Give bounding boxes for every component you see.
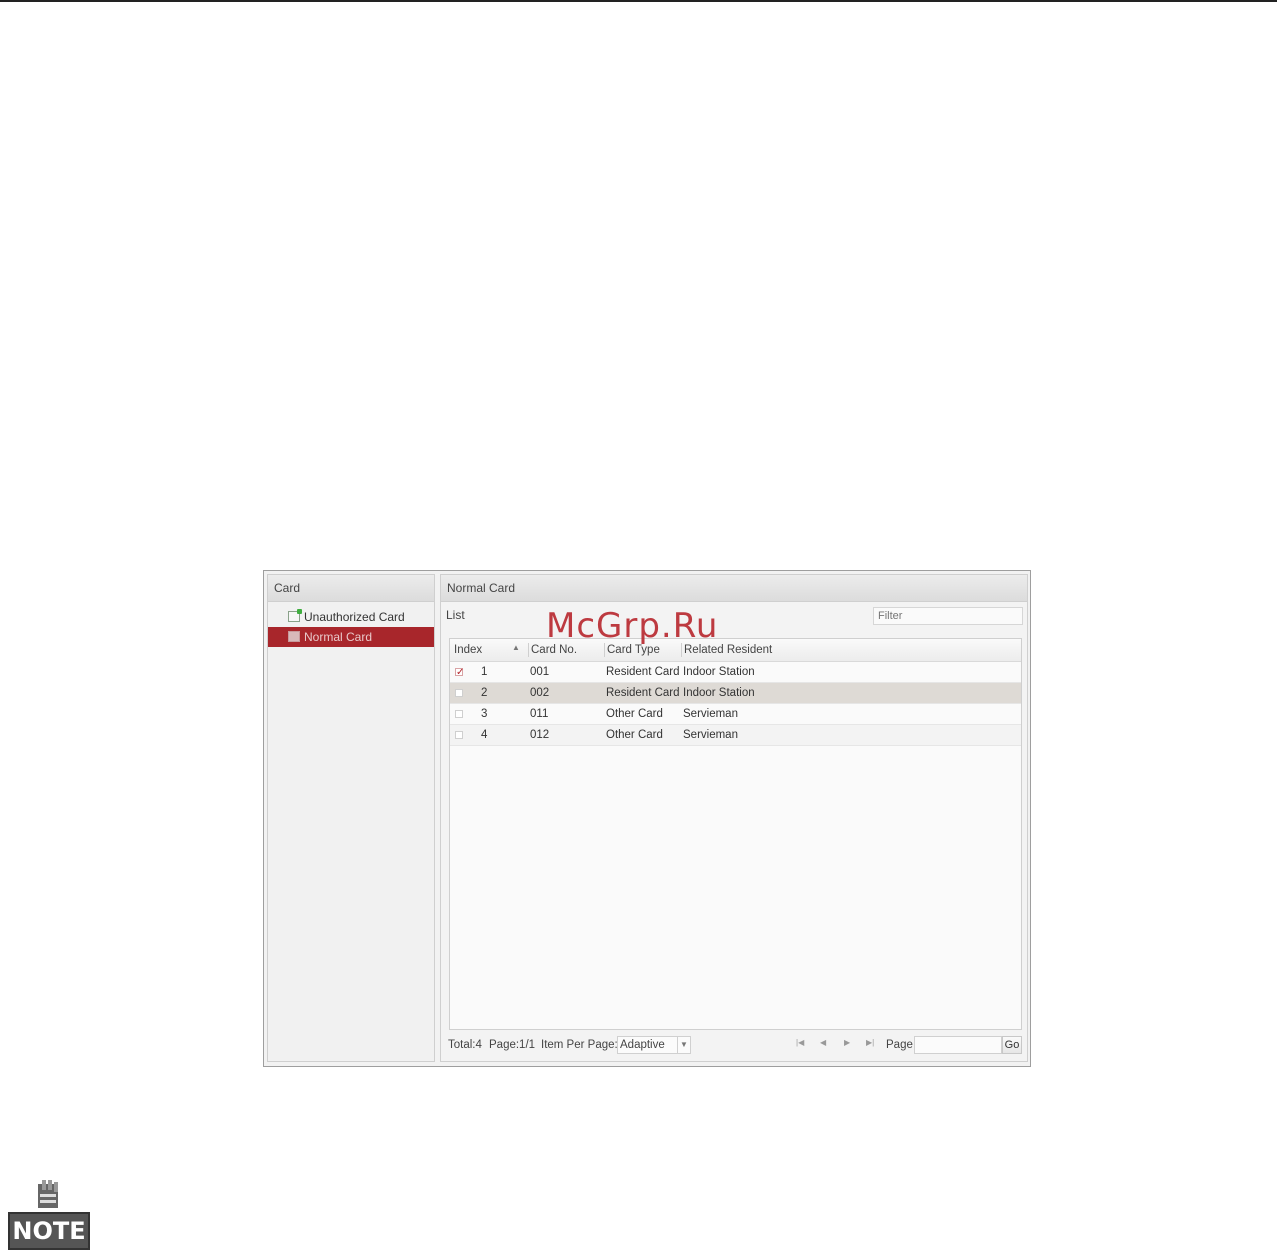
- row-checkbox[interactable]: [455, 662, 464, 683]
- next-page-icon[interactable]: ▶: [844, 1038, 850, 1047]
- page-indicator: Page:1/1: [489, 1039, 536, 1051]
- table-header: Index ▲ Card No. Card Type Related Resid…: [450, 639, 1021, 662]
- list-label: List: [446, 608, 465, 622]
- top-rule: [0, 0, 1277, 2]
- normal-card-panel: Normal Card List Index ▲ Card No. Card T…: [440, 574, 1028, 1062]
- cell-card-no: 011: [530, 708, 549, 720]
- filter-input[interactable]: [873, 607, 1023, 625]
- total-count: Total:4: [448, 1039, 482, 1051]
- row-checkbox[interactable]: [455, 689, 463, 697]
- item-per-page-value: Adaptive: [620, 1039, 665, 1051]
- cell-related-resident: Servieman: [683, 729, 738, 741]
- note-label: NOTE: [8, 1212, 90, 1250]
- card-tree-panel: Card Unauthorized Card Normal Card: [267, 574, 435, 1062]
- cell-related-resident: Indoor Station: [683, 666, 755, 678]
- column-header-index[interactable]: Index: [454, 639, 482, 661]
- card-table: Index ▲ Card No. Card Type Related Resid…: [449, 638, 1022, 1030]
- watermark-text: McGrp.Ru: [546, 606, 719, 646]
- cell-related-resident: Indoor Station: [683, 687, 755, 699]
- cell-card-no: 001: [530, 666, 550, 678]
- cell-card-no: 012: [530, 729, 550, 741]
- tree-item-label: Normal Card: [304, 630, 373, 644]
- previous-page-icon[interactable]: ◀: [820, 1038, 826, 1047]
- first-page-icon[interactable]: |◀: [796, 1038, 804, 1047]
- table-row[interactable]: 1 001 Resident Card Indoor Station: [450, 662, 1021, 683]
- normal-card-panel-header: Normal Card: [441, 575, 1027, 602]
- sort-ascending-icon[interactable]: ▲: [512, 643, 520, 652]
- cell-index: 1: [481, 666, 488, 678]
- cell-index: 4: [481, 729, 488, 741]
- go-button[interactable]: Go: [1002, 1036, 1022, 1054]
- tree-item-label: Unauthorized Card: [304, 610, 405, 624]
- pagination-bar: Total:4 Page:1/1 Item Per Page: Adaptive…: [441, 1035, 1027, 1059]
- card-icon: [288, 631, 300, 642]
- table-row[interactable]: 3 011 Other Card Servieman: [450, 704, 1021, 725]
- cell-card-no: 002: [530, 687, 550, 699]
- tree-item-normal-card[interactable]: Normal Card: [268, 627, 434, 647]
- cell-index: 3: [481, 708, 488, 720]
- item-per-page-select[interactable]: Adaptive ▼: [617, 1036, 691, 1054]
- cell-card-type: Other Card: [606, 708, 663, 720]
- add-card-icon: [288, 609, 302, 622]
- cell-card-type: Resident Card: [606, 687, 680, 699]
- chevron-down-icon[interactable]: ▼: [677, 1037, 690, 1053]
- last-page-icon[interactable]: ▶|: [866, 1038, 874, 1047]
- table-row[interactable]: 2 002 Resident Card Indoor Station: [450, 683, 1021, 704]
- page-label: Page: [886, 1039, 913, 1051]
- note-icon: NOTE: [8, 1180, 90, 1252]
- page-number-input[interactable]: [914, 1036, 1002, 1054]
- cell-index: 2: [481, 687, 488, 699]
- row-checkbox[interactable]: [455, 710, 463, 718]
- item-per-page-label: Item Per Page:: [541, 1039, 618, 1051]
- cell-card-type: Resident Card: [606, 666, 680, 678]
- cell-related-resident: Servieman: [683, 708, 738, 720]
- card-panel-header: Card: [268, 575, 434, 602]
- writing-hand-icon: [38, 1180, 58, 1208]
- tree-item-unauthorized-card[interactable]: Unauthorized Card: [268, 607, 434, 627]
- table-row[interactable]: 4 012 Other Card Servieman: [450, 725, 1021, 746]
- cell-card-type: Other Card: [606, 729, 663, 741]
- row-checkbox[interactable]: [455, 731, 463, 739]
